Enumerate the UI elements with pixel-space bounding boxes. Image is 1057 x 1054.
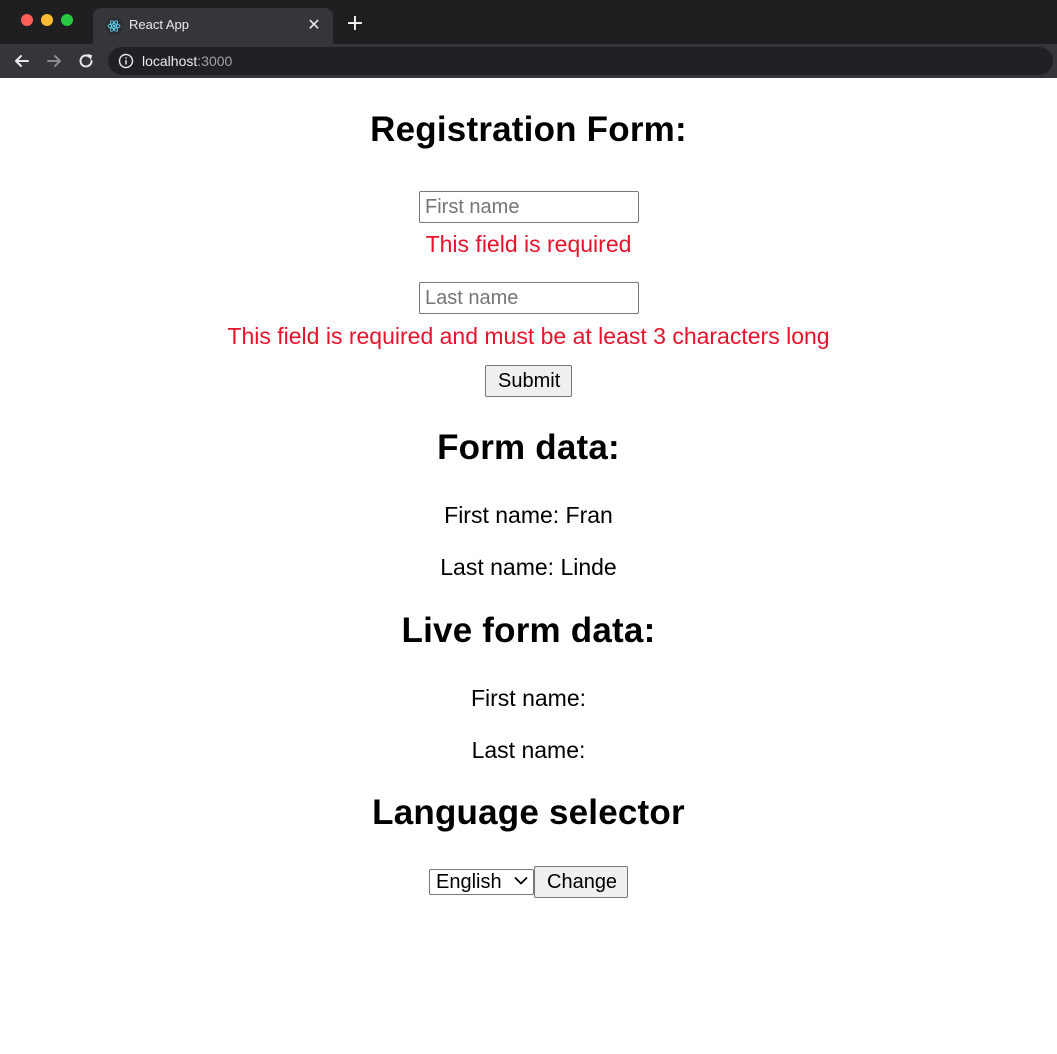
- first-name-error: This field is required: [425, 231, 632, 257]
- back-arrow-icon[interactable]: [12, 51, 32, 71]
- forward-arrow-icon[interactable]: [44, 51, 64, 71]
- browser-chrome: React App ✕ + localhost:3000: [0, 0, 1057, 78]
- minimize-window-button[interactable]: [41, 14, 53, 26]
- submit-button[interactable]: Submit: [485, 365, 572, 397]
- tab-title: React App: [129, 17, 189, 32]
- maximize-window-button[interactable]: [61, 14, 73, 26]
- form-data-title: Form data:: [437, 428, 620, 467]
- form-data-last-name: Last name: Linde: [440, 554, 617, 580]
- last-name-input[interactable]: [419, 282, 639, 314]
- tab-strip: React App ✕ +: [0, 0, 1057, 44]
- address-bar[interactable]: localhost:3000: [108, 47, 1053, 75]
- language-select-value: English: [436, 871, 502, 893]
- page-content: Registration Form: This field is require…: [0, 78, 1057, 1054]
- tab-react-app[interactable]: React App ✕: [93, 8, 333, 44]
- react-logo-icon: [105, 17, 123, 35]
- live-form-data-section: Live form data:: [0, 611, 1057, 651]
- plus-icon[interactable]: +: [345, 13, 365, 35]
- live-form-data-title: Live form data:: [401, 611, 656, 650]
- chevron-down-icon: [514, 877, 528, 885]
- language-section: Language selector: [0, 793, 1057, 833]
- close-window-button[interactable]: [21, 14, 33, 26]
- reload-icon[interactable]: [76, 51, 96, 71]
- live-first-name: First name:: [470, 685, 587, 711]
- form-data-section: Form data:: [0, 428, 1057, 468]
- close-icon[interactable]: ✕: [305, 16, 323, 34]
- registration-section: Registration Form:: [0, 110, 1057, 150]
- language-title: Language selector: [372, 793, 685, 832]
- last-name-error: This field is required and must be at le…: [227, 323, 830, 349]
- registration-title: Registration Form:: [370, 110, 687, 149]
- url-port: :3000: [197, 53, 233, 69]
- form-data-first-name: First name: Fran: [444, 502, 613, 528]
- first-name-input[interactable]: [419, 191, 639, 223]
- url-text: localhost:3000: [142, 53, 232, 69]
- info-icon[interactable]: [118, 53, 134, 69]
- language-select[interactable]: English: [429, 869, 534, 895]
- url-host: localhost: [142, 53, 198, 69]
- change-language-button[interactable]: Change: [534, 866, 628, 898]
- browser-toolbar: localhost:3000: [0, 44, 1057, 78]
- live-last-name: Last name:: [471, 737, 586, 763]
